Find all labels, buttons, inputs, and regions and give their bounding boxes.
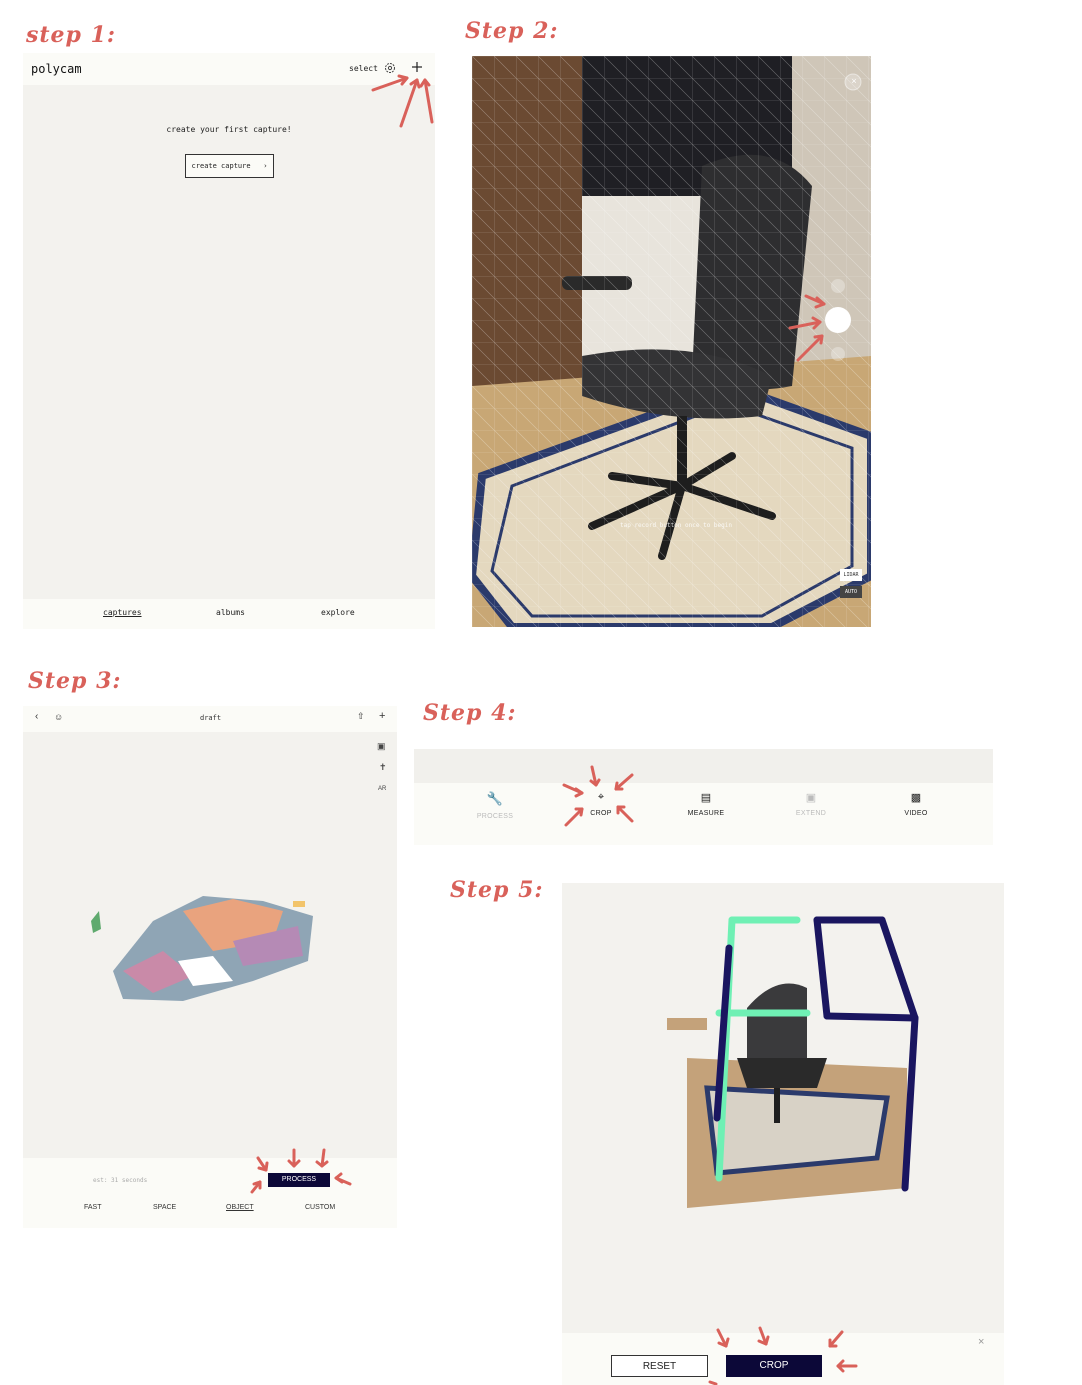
add-plus-icon[interactable]: +: [379, 710, 385, 722]
step4-toolbar-screen: 🔧 PROCESS ⌖ CROP ▤ MEASURE ▣ EXTEND ▩ VI…: [414, 749, 993, 845]
step1-arrows: [371, 74, 434, 128]
tool-measure-label: MEASURE: [687, 810, 725, 817]
tab-explore[interactable]: explore: [321, 608, 355, 617]
tool-extend[interactable]: ▣ EXTEND: [781, 791, 841, 817]
auto-badge[interactable]: AUTO: [840, 586, 862, 598]
tool-measure[interactable]: ▤ MEASURE: [676, 791, 736, 817]
mode-space[interactable]: SPACE: [153, 1204, 176, 1211]
back-chevron-icon[interactable]: ‹: [35, 711, 38, 722]
step-3-label: Step 3:: [28, 668, 122, 694]
step-5-label: Step 5:: [450, 877, 544, 903]
point-cloud-preview: [91, 896, 313, 1001]
wrench-icon: 🔧: [486, 791, 504, 806]
tool-process[interactable]: 🔧 PROCESS: [465, 791, 525, 820]
step4-top-strip: [414, 749, 993, 783]
tab-captures[interactable]: captures: [103, 608, 142, 617]
camera-plus-icon: ▣: [805, 792, 817, 804]
lidar-badge[interactable]: LIDAR: [840, 569, 862, 581]
close-icon[interactable]: ×: [978, 1336, 984, 1348]
step3-header: ‹ ☺ draft ⇧ +: [23, 706, 397, 732]
step-4-label: Step 4:: [423, 700, 517, 726]
create-capture-label: create capture: [191, 162, 251, 170]
step5-arrows: [708, 1326, 858, 1385]
create-capture-button[interactable]: create capture ›: [185, 154, 274, 178]
step1-bottom-tabs: captures albums explore: [23, 599, 435, 629]
step2-arrows: [788, 294, 826, 362]
share-icon[interactable]: ⇧: [357, 711, 365, 722]
close-icon[interactable]: ×: [848, 76, 860, 88]
tool-video[interactable]: ▩ VIDEO: [886, 791, 946, 817]
record-hint: tap record button once to begin: [620, 522, 732, 529]
reset-button[interactable]: RESET: [611, 1355, 708, 1377]
mode-object[interactable]: OBJECT: [226, 1204, 254, 1211]
ruler-icon: ▤: [700, 792, 712, 804]
step4-arrows: [562, 765, 634, 827]
step5-screen: × RESET CROP: [562, 883, 1004, 1385]
step1-screen: polycam select create your first capture…: [23, 53, 435, 629]
tool-extend-label: EXTEND: [795, 810, 827, 817]
chevron-right-icon: ›: [254, 162, 268, 170]
mode-fast[interactable]: FAST: [84, 1204, 102, 1211]
clapper-icon: ▩: [910, 792, 922, 804]
walk-person-icon[interactable]: ✝: [379, 762, 387, 773]
add-capture-plus-icon[interactable]: [411, 60, 423, 72]
mode-custom[interactable]: CUSTOM: [305, 1204, 335, 1211]
ar-toggle[interactable]: AR: [378, 786, 386, 792]
smiley-icon[interactable]: ☺: [54, 712, 63, 722]
step-1-label: step 1:: [26, 22, 117, 48]
tab-albums[interactable]: albums: [216, 608, 245, 617]
crop-preview-scene: [667, 916, 919, 1208]
camera-icon[interactable]: ▣: [377, 741, 386, 752]
step-2-label: Step 2:: [465, 18, 559, 44]
app-title: polycam: [31, 62, 82, 76]
tool-video-label: VIDEO: [904, 810, 928, 817]
tool-process-label: PROCESS: [476, 813, 514, 820]
capture-title: draft: [200, 714, 222, 722]
step3-arrows: [250, 1148, 352, 1194]
estimate-text: est: 31 seconds: [93, 1177, 148, 1184]
